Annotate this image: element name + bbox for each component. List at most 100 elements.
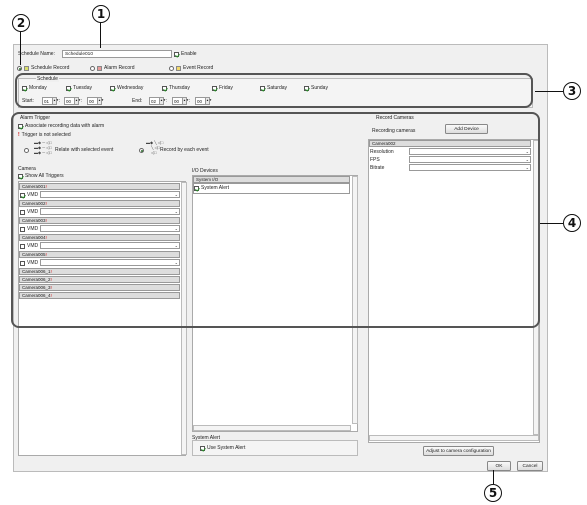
check-icon[interactable] [20,243,25,249]
day-checkbox-saturday[interactable]: Saturday [260,85,287,91]
warning-icon: ! [45,201,47,206]
record-cameras-title: Record Cameras [376,115,414,121]
alarm-record-radio[interactable]: Alarm Record [90,65,135,71]
day-checkbox-thursday[interactable]: Thursday [162,85,190,91]
warning-icon: ! [45,252,47,257]
radio-icon[interactable] [139,147,144,153]
chevron-down-icon: ⌄ [174,226,178,231]
vmd-checkbox[interactable]: VMD [20,209,38,215]
adjust-camera-config-button[interactable]: Adjust to camera configuration [423,446,494,456]
vmd-select[interactable]: ⌄ [40,259,180,266]
check-icon[interactable] [20,260,25,266]
cancel-button[interactable]: Cancel [517,461,543,471]
vmd-checkbox[interactable]: VMD [20,243,38,249]
vmd-checkbox[interactable]: VMD [20,192,38,198]
check-icon[interactable] [20,209,25,215]
start-hour-spinner[interactable]: 01 ▲▼ [42,97,59,105]
warning-icon: ! [50,285,52,290]
start-second-spinner[interactable]: 00 ▲▼ [87,97,104,105]
schedule-dialog: Schedule Name: Schedule010 Enable Schedu… [13,44,548,472]
radio-icon[interactable] [169,65,174,71]
system-io-header: System I/O [193,176,350,183]
setting-label-bitrate: Bitrate [370,165,385,171]
callout-3: 3 [563,82,581,100]
vmd-select[interactable]: ⌄ [40,242,180,249]
show-all-triggers-checkbox[interactable]: Show All Triggers [18,173,64,179]
camera-list-scrollbar[interactable] [181,182,187,455]
day-checkbox-tuesday[interactable]: Tuesday [66,85,92,91]
schedule-record-radio[interactable]: Schedule Record [17,65,69,71]
warning-icon: ! [50,269,52,274]
callout-5-leader [493,470,494,484]
schedule-name-input[interactable]: Schedule010 [62,50,172,58]
warning-icon: ! [45,218,47,223]
vmd-checkbox[interactable]: VMD [20,260,38,266]
io-device-list [192,175,358,432]
radio-icon[interactable] [17,65,22,71]
end-label: End: [132,98,143,104]
enable-check-icon[interactable] [174,51,179,57]
colon: : [81,98,83,104]
alarm-trigger-title: Alarm Trigger [20,115,51,121]
associate-checkbox[interactable]: Associate recording data with alarm [18,123,104,129]
camera-rows: Camera001! VMD ⌄ Camera002! VMD ⌄ Camera003! VM… [18,183,186,333]
callout-1: 1 [92,5,110,23]
setting-select-fps[interactable]: ⌄ [409,156,531,163]
add-device-button[interactable]: Add Device [445,124,488,134]
end-hour-spinner[interactable]: 02 ▲▼ [149,97,166,105]
record-list-hscrollbar[interactable] [369,435,539,441]
setting-select-resolution[interactable]: ⌄ [409,148,531,155]
check-icon[interactable] [200,445,205,451]
check-icon[interactable] [110,85,115,91]
camera-header: Camera003! [19,217,180,224]
radio-icon[interactable] [24,147,29,153]
check-icon[interactable] [20,192,25,198]
vmd-checkbox[interactable]: VMD [20,226,38,232]
io-devices-label: I/O Devices [192,168,218,174]
record-each-radio[interactable]: Record by each event [139,147,209,153]
check-icon[interactable] [18,123,23,129]
colon: : [166,98,168,104]
io-list-hscrollbar[interactable] [193,425,351,431]
day-checkbox-sunday[interactable]: Sunday [304,85,328,91]
day-checkbox-friday[interactable]: Friday [212,85,233,91]
check-icon[interactable] [212,85,217,91]
radio-icon[interactable] [90,65,95,71]
check-icon[interactable] [22,85,27,91]
day-checkbox-wednesday[interactable]: Wednesday [110,85,143,91]
event-record-radio[interactable]: Event Record [169,65,213,71]
end-minute-spinner[interactable]: 00 ▲▼ [172,97,189,105]
vmd-select[interactable]: ⌄ [40,225,180,232]
camera-header: Camera004! [19,234,180,241]
check-icon[interactable] [260,85,265,91]
warning-icon: ! [45,184,47,189]
day-checkbox-monday[interactable]: Monday [22,85,47,91]
chevron-down-icon: ⌄ [525,157,529,162]
io-list-vscrollbar[interactable] [352,176,358,424]
check-icon[interactable] [20,226,25,232]
check-icon[interactable] [18,173,23,179]
relate-radio[interactable]: Relate with selected event [24,147,113,153]
setting-select-bitrate[interactable]: ⌄ [409,164,531,171]
setting-label-resolution: Resolution [370,149,394,155]
chevron-down-icon: ⌄ [174,243,178,248]
warning-icon: ! [50,293,52,298]
end-second-spinner[interactable]: 00 ▲▼ [195,97,212,105]
vmd-select[interactable]: ⌄ [40,208,180,215]
check-icon[interactable] [66,85,71,91]
record-camera-list [368,139,540,443]
start-minute-spinner[interactable]: 00 ▲▼ [64,97,81,105]
use-system-alert-checkbox[interactable]: Use System Alert [200,445,245,451]
record-list-vscrollbar[interactable] [533,140,539,435]
trigger-not-selected-msg: ! Trigger is not selected [18,132,71,138]
callout-2: 2 [12,14,30,32]
ok-button[interactable]: OK [487,461,511,471]
enable-checkbox[interactable]: Enable [174,51,197,57]
camera-header: Camera006_1! [19,268,180,275]
camera-header: Camera005! [19,251,180,258]
check-icon[interactable] [304,85,309,91]
vmd-select[interactable]: ⌄ [40,191,180,198]
chevron-down-icon: ⌄ [174,209,178,214]
check-icon[interactable] [162,85,167,91]
record-camera-header: Camera002 [369,140,531,147]
